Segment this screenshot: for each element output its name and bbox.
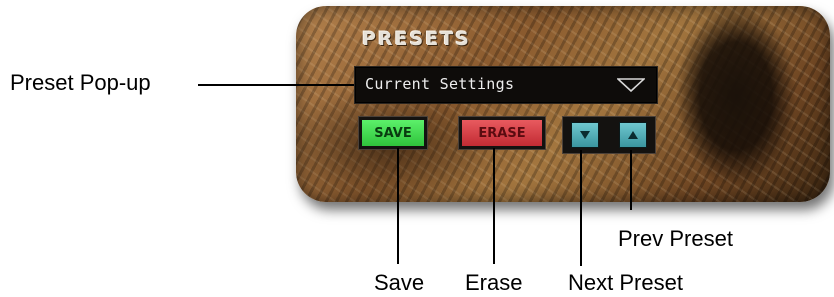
erase-button[interactable]: ERASE	[462, 120, 542, 146]
callout-save: Save	[374, 270, 425, 295]
callout-line-prev-preset	[630, 150, 632, 210]
preset-popup[interactable]: Current Settings	[354, 66, 658, 104]
next-preset-button[interactable]	[571, 122, 599, 148]
preset-nav-group	[562, 116, 656, 154]
panel-title: PRESETS	[362, 28, 471, 50]
preset-popup-value: Current Settings	[365, 75, 515, 93]
callout-line-save	[397, 148, 399, 264]
presets-panel: PRESETS Current Settings SAVE ERASE	[296, 6, 830, 202]
chevron-down-icon	[617, 78, 645, 92]
callout-erase: Erase	[465, 270, 523, 295]
callout-line-next-preset	[580, 150, 582, 266]
save-button[interactable]: SAVE	[362, 120, 424, 146]
prev-preset-button[interactable]	[619, 122, 647, 148]
up-triangle-icon	[628, 131, 638, 139]
callout-next-preset: Next Preset	[568, 270, 683, 295]
callout-prev-preset: Prev Preset	[618, 226, 733, 251]
callout-line-erase	[493, 148, 495, 264]
callout-line-preset-popup	[198, 84, 354, 86]
callout-preset-popup: Preset Pop-up	[10, 70, 151, 95]
down-triangle-icon	[580, 131, 590, 139]
